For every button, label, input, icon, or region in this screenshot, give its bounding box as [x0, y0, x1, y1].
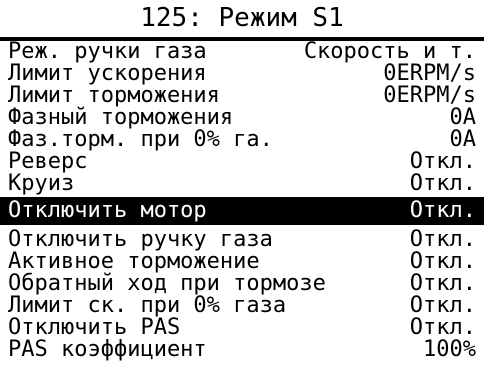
menu-item-value: Откл. [409, 249, 476, 274]
menu-item-label: Лимит ск. при 0% газа [8, 293, 287, 318]
menu-item-label: Лимит торможения [8, 83, 220, 108]
menu-item-value: Скорость и т. [303, 39, 476, 64]
menu-item-value: Откл. [409, 198, 476, 223]
menu-item-label: Лимит ускорения [8, 61, 207, 86]
menu-item-disable-pas[interactable]: Отключить PAS Откл. [0, 317, 484, 339]
menu-item-value: Откл. [409, 171, 476, 196]
menu-item-label: Реж. ручки газа [8, 39, 207, 64]
menu-item-reverse-on-brake[interactable]: Обратный ход при тормозе Откл. [0, 273, 484, 295]
menu-item-value: Откл. [409, 149, 476, 174]
menu-item-label: PAS коэффициент [8, 337, 207, 362]
menu-item-value: 0A [449, 127, 477, 152]
menu-item-disable-motor-selected[interactable]: Отключить мотор Откл. [0, 197, 484, 225]
menu-item-reverse[interactable]: Реверс Откл. [0, 151, 484, 173]
menu-item-label: Отключить мотор [8, 198, 207, 223]
menu-item-value: 100% [423, 337, 476, 362]
menu-item-throttle-mode[interactable]: Реж. ручки газа Скорость и т. [0, 41, 484, 63]
page-title: 125: Режим S1 [140, 3, 344, 33]
settings-menu: Реж. ручки газа Скорость и т. Лимит уско… [0, 41, 484, 361]
menu-item-cruise[interactable]: Круиз Откл. [0, 173, 484, 195]
menu-item-disable-throttle[interactable]: Отключить ручку газа Откл. [0, 229, 484, 251]
menu-item-value: Откл. [409, 293, 476, 318]
menu-item-value: 0A [449, 105, 477, 130]
menu-item-phase-braking[interactable]: Фазный торможения 0A [0, 107, 484, 129]
menu-item-label: Круиз [8, 171, 75, 196]
menu-item-label: Фаз.торм. при 0% га. [8, 127, 273, 152]
menu-item-speed-limit-zero-throttle[interactable]: Лимит ск. при 0% газа Откл. [0, 295, 484, 317]
menu-item-braking-limit[interactable]: Лимит торможения 0ERPM/s [0, 85, 484, 107]
menu-item-value: Откл. [409, 271, 476, 296]
menu-screen: 125: Режим S1 Реж. ручки газа Скорость и… [0, 0, 484, 387]
menu-item-acceleration-limit[interactable]: Лимит ускорения 0ERPM/s [0, 63, 484, 85]
menu-item-label: Активное торможение [8, 249, 260, 274]
menu-item-label: Фазный торможения [8, 105, 234, 130]
menu-item-phase-braking-zero-throttle[interactable]: Фаз.торм. при 0% га. 0A [0, 129, 484, 151]
menu-item-label: Обратный ход при тормозе [8, 271, 326, 296]
menu-item-value: 0ERPM/s [383, 83, 476, 108]
menu-item-label: Отключить ручку газа [8, 227, 273, 252]
menu-item-value: Откл. [409, 227, 476, 252]
menu-item-label: Реверс [8, 149, 88, 174]
menu-item-value: 0ERPM/s [383, 61, 476, 86]
menu-item-label: Отключить PAS [8, 315, 181, 340]
menu-item-pas-coefficient[interactable]: PAS коэффициент 100% [0, 339, 484, 361]
menu-item-active-braking[interactable]: Активное торможение Откл. [0, 251, 484, 273]
menu-item-value: Откл. [409, 315, 476, 340]
